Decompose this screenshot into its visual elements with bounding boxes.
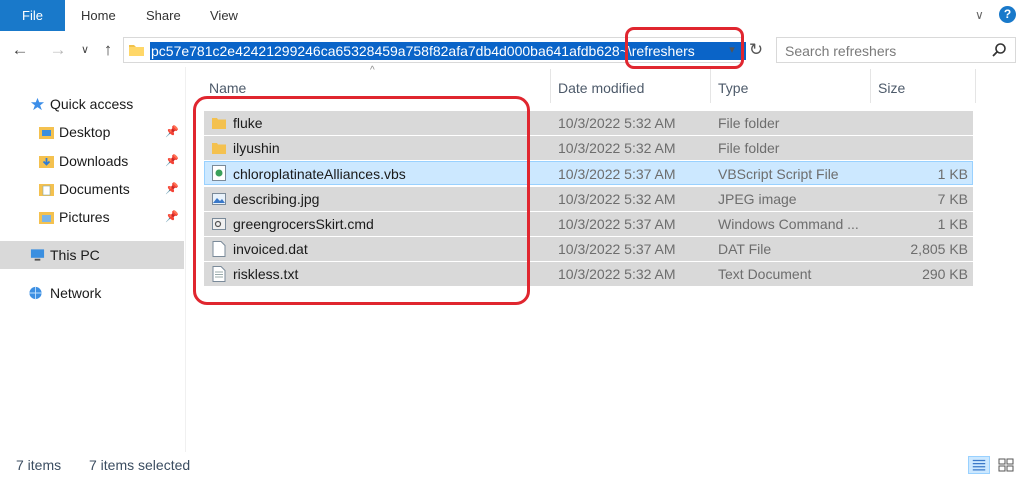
pin-icon[interactable]: 📌 <box>165 203 179 231</box>
file-type: File folder <box>718 140 780 156</box>
details-view-icon[interactable] <box>968 456 990 474</box>
pin-icon[interactable]: 📌 <box>165 147 179 175</box>
search-icon[interactable] <box>991 42 1007 58</box>
selected-count: 7 items selected <box>89 457 191 473</box>
network-icon <box>29 286 42 300</box>
folder-icon <box>129 45 144 56</box>
up-button[interactable]: ↑ <box>97 39 119 61</box>
file-date: 10/3/2022 5:32 AM <box>558 140 676 156</box>
sidebar-label: Network <box>50 285 102 301</box>
sidebar-item-documents[interactable]: Documents 📌 <box>0 175 184 203</box>
search-placeholder: Search refreshers <box>785 43 897 59</box>
file-size: 1 KB <box>937 166 968 182</box>
sidebar-item-desktop[interactable]: Desktop 📌 <box>0 118 184 146</box>
downloads-folder-icon <box>39 156 54 168</box>
sidebar-item-network[interactable]: Network <box>0 279 184 307</box>
sort-ascending-icon: ^ <box>370 65 375 76</box>
pc-icon <box>30 249 45 261</box>
sidebar-label: Downloads <box>59 153 129 169</box>
large-icons-view-icon[interactable] <box>995 456 1017 474</box>
file-size: 2,805 KB <box>910 241 968 257</box>
sidebar-label: This PC <box>50 247 100 263</box>
file-size: 7 KB <box>937 191 968 207</box>
column-divider[interactable] <box>975 69 976 103</box>
help-icon[interactable]: ? <box>999 6 1016 23</box>
file-type: File folder <box>718 115 780 131</box>
file-type: JPEG image <box>718 191 797 207</box>
file-type: Text Document <box>718 266 812 282</box>
tab-file[interactable]: File <box>0 0 65 31</box>
sidebar-item-pictures[interactable]: Pictures 📌 <box>0 203 184 231</box>
pictures-folder-icon <box>39 212 54 224</box>
annotation-circle-files <box>193 96 530 305</box>
sidebar-item-this-pc[interactable]: This PC <box>0 241 184 269</box>
file-type: VBScript Script File <box>718 166 839 182</box>
file-date: 10/3/2022 5:37 AM <box>558 166 676 182</box>
file-date: 10/3/2022 5:32 AM <box>558 191 676 207</box>
file-date: 10/3/2022 5:32 AM <box>558 115 676 131</box>
file-size: 290 KB <box>922 266 968 282</box>
back-button[interactable]: ← <box>9 39 31 61</box>
sidebar-label: Documents <box>59 181 130 197</box>
sidebar-item-downloads[interactable]: Downloads 📌 <box>0 147 184 175</box>
refresh-button[interactable]: ↻ <box>745 37 767 63</box>
recent-locations-button[interactable]: ∨ <box>74 39 96 61</box>
desktop-folder-icon <box>39 127 54 139</box>
annotation-circle-address <box>625 27 744 69</box>
file-type: Windows Command ... <box>718 216 859 232</box>
file-type: DAT File <box>718 241 772 257</box>
sidebar-item-quick-access[interactable]: Quick access <box>0 90 184 118</box>
tab-home[interactable]: Home <box>81 0 116 31</box>
sidebar-label: Pictures <box>59 209 110 225</box>
ribbon-controls: ∨ ? <box>975 6 1016 23</box>
file-date: 10/3/2022 5:37 AM <box>558 216 676 232</box>
navigation-pane: Quick access Desktop 📌 Downloads 📌 Docum… <box>0 67 186 452</box>
pin-icon[interactable]: 📌 <box>165 118 179 146</box>
column-divider[interactable] <box>710 69 711 103</box>
file-date: 10/3/2022 5:32 AM <box>558 266 676 282</box>
forward-button[interactable]: → <box>47 39 69 61</box>
file-date: 10/3/2022 5:37 AM <box>558 241 676 257</box>
sidebar-label: Desktop <box>59 124 111 140</box>
file-size: 1 KB <box>937 216 968 232</box>
item-count: 7 items <box>16 457 62 473</box>
sidebar-label: Quick access <box>50 96 134 112</box>
documents-folder-icon <box>39 184 54 196</box>
status-bar: 7 items 7 items selected <box>0 452 1024 478</box>
column-header-size[interactable]: Size <box>878 75 905 101</box>
star-icon <box>30 97 45 111</box>
column-header-type[interactable]: Type <box>718 75 748 101</box>
collapse-ribbon-icon[interactable]: ∨ <box>975 8 989 22</box>
navigation-bar: ← → ∨ ↑ pc57e781c2e42421299246ca65328459… <box>0 33 1024 67</box>
ribbon: File Home Share View ∨ ? <box>0 0 1024 33</box>
column-divider[interactable] <box>550 69 551 103</box>
search-box[interactable]: Search refreshers <box>776 37 1016 63</box>
tab-view[interactable]: View <box>210 0 238 31</box>
column-header-date-modified[interactable]: Date modified <box>558 75 644 101</box>
tab-share[interactable]: Share <box>146 0 181 31</box>
column-divider[interactable] <box>870 69 871 103</box>
pin-icon[interactable]: 📌 <box>165 175 179 203</box>
